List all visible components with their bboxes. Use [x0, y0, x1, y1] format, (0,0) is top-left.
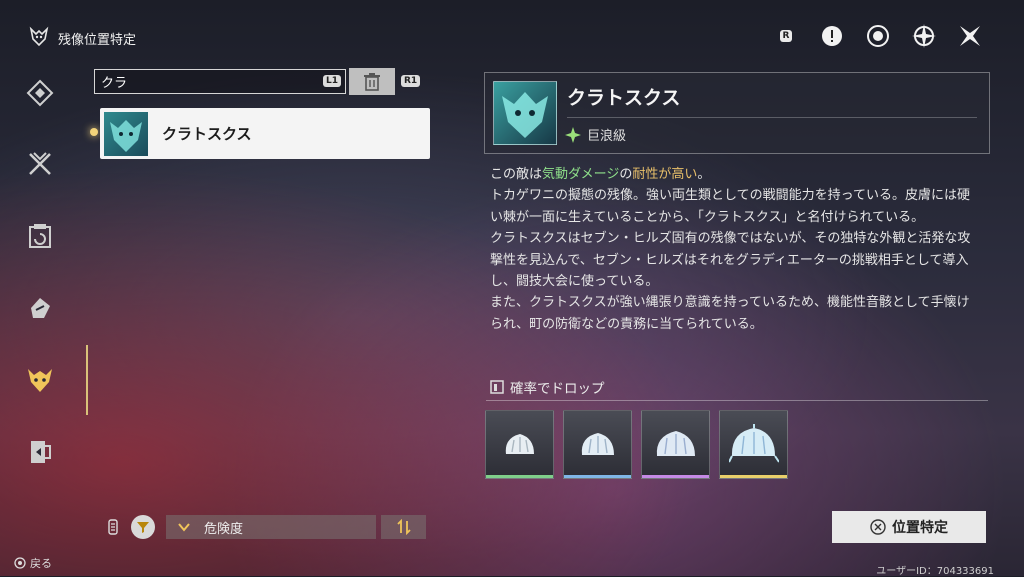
chevron-down-icon	[178, 523, 190, 532]
shell-icon	[728, 423, 779, 463]
monster-portrait	[493, 81, 557, 145]
drop-item-1[interactable]	[485, 410, 554, 479]
shell-icon	[505, 433, 534, 454]
desc-paragraph-1: トカゲワニの擬態の残像。強い両生類としての戦闘能力を持っている。皮膚には硬い棘が…	[490, 188, 970, 225]
description: この敵は気動ダメージの耐性が高い。 トカゲワニの擬態の残像。強い両生類としての戦…	[490, 164, 980, 335]
desc-paragraph-2: クラトスクスはセブン・ヒルズ固有の残像ではないが、その独特な外観と活発な攻撃性を…	[490, 231, 971, 290]
filter-icon	[137, 522, 149, 533]
detail-header: クラトスクス 巨浪級	[484, 72, 990, 154]
l1-key-hint: L1	[323, 75, 341, 87]
alert-icon[interactable]	[818, 22, 846, 50]
sparkle-icon	[565, 126, 581, 143]
trash-icon	[364, 72, 380, 91]
element-highlight: 気動ダメージ	[542, 167, 620, 182]
drop-item-3[interactable]	[641, 410, 710, 479]
crossed-swords-icon[interactable]	[22, 146, 58, 182]
echo-locate-icon	[28, 26, 50, 48]
door-icon[interactable]	[22, 434, 58, 470]
resistance-highlight: 耐性が高い	[632, 167, 698, 182]
menu-key-hint	[108, 519, 118, 539]
back-label: 戻る	[30, 557, 52, 570]
sort-arrows-icon	[396, 519, 411, 535]
target-icon[interactable]	[864, 22, 892, 50]
highlight-dot	[90, 128, 98, 136]
sort-label: 危険度	[204, 521, 244, 537]
drop-icon	[490, 380, 504, 394]
resistance-line: この敵は気動ダメージの耐性が高い。	[490, 167, 711, 182]
sort-order-button[interactable]	[381, 515, 426, 539]
rank-badge: 巨浪級	[565, 125, 626, 144]
page-title: 残像位置特定	[58, 33, 137, 48]
menu-icon	[108, 519, 118, 535]
drop-list	[485, 410, 788, 479]
circle-button-icon	[14, 557, 26, 569]
x-circle-icon	[870, 519, 886, 535]
drop-item-4[interactable]	[719, 410, 788, 479]
clear-button[interactable]	[349, 68, 395, 95]
rank-label: 巨浪級	[587, 129, 627, 144]
locate-label: 位置特定	[892, 520, 948, 536]
close-star-icon[interactable]	[956, 22, 984, 50]
rail-active-indicator	[86, 345, 88, 415]
r-key-icon[interactable]: R	[772, 22, 800, 50]
search-field[interactable]: L1	[94, 69, 346, 94]
calendar-icon[interactable]	[22, 218, 58, 254]
shell-icon	[656, 430, 695, 456]
monster-thumbnail	[104, 112, 148, 156]
compass-icon[interactable]	[910, 22, 938, 50]
user-id: ユーザーID：704333691	[876, 566, 994, 577]
search-input[interactable]	[95, 70, 301, 92]
filter-button[interactable]	[131, 515, 155, 539]
monster-name: クラトスクス	[567, 87, 681, 109]
hand-icon[interactable]	[22, 290, 58, 326]
list-item-label: クラトスクス	[162, 125, 252, 143]
diamond-icon[interactable]	[22, 75, 58, 111]
r1-key-hint: R1	[401, 75, 421, 87]
shell-icon	[581, 432, 614, 455]
locate-button[interactable]: 位置特定	[832, 511, 986, 543]
back-button[interactable]: 戻る	[14, 555, 52, 571]
sort-dropdown[interactable]: 危険度	[166, 515, 376, 539]
demon-icon[interactable]	[22, 362, 58, 398]
drop-item-2[interactable]	[563, 410, 632, 479]
drop-heading: 確率でドロップ	[490, 377, 605, 397]
list-item[interactable]: クラトスクス	[100, 108, 430, 159]
desc-paragraph-3: また、クラトスクスが強い縄張り意識を持っているため、機能性音骸として手懐けられ、…	[490, 295, 970, 332]
